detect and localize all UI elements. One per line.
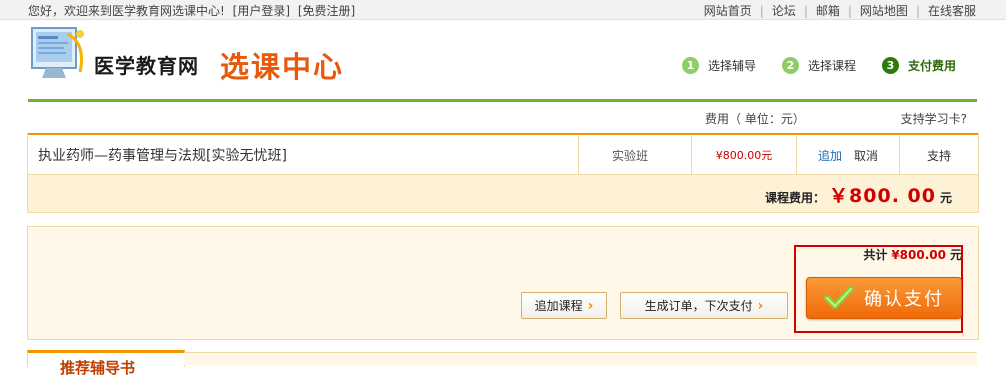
step-1: 1 选择辅导 (681, 55, 756, 75)
cancel-course-link[interactable]: 取消 (854, 147, 878, 164)
course-price: ¥800.00元 (692, 136, 797, 174)
confirm-payment-label: 确认支付 (864, 289, 944, 310)
logo-subtitle: 选课中心 (220, 50, 345, 84)
tab-label: 推荐辅导书 (60, 359, 136, 377)
step-number: 3 (881, 56, 899, 74)
fee-header: 费用（ 单位：元） 支持学习卡? (28, 106, 977, 128)
link-online-service[interactable]: 在线客服 (928, 4, 976, 18)
course-fee: 课程费用： ￥800. 00 元 (765, 181, 952, 208)
step-3: 3 支付费用 (881, 55, 956, 75)
login-link[interactable]: [用户登录] (233, 4, 290, 18)
support-status: 支持 (926, 148, 951, 163)
add-course-label: 追加课程 (534, 299, 583, 313)
divider: | (803, 4, 808, 18)
site-logo[interactable]: 医学教育网 选课中心 (28, 24, 368, 96)
add-course-link[interactable]: 追加 (818, 147, 842, 164)
course-fee-unit: 元 (939, 191, 952, 205)
step-label: 选择课程 (807, 58, 856, 73)
course-fee-amount: ￥800. 00 (829, 185, 936, 207)
link-mail[interactable]: 邮箱 (816, 4, 840, 18)
top-links: 网站首页 | 论坛 | 邮箱 | 网站地图 | 在线客服 (704, 2, 976, 19)
checkmark-icon (824, 286, 854, 309)
chevron-right-icon: › (757, 297, 764, 314)
chevron-right-icon: › (587, 297, 594, 314)
step-number: 1 (681, 56, 699, 74)
class-type: 实验班 (569, 136, 692, 174)
course-fee-label: 课程费用： (765, 191, 826, 205)
step-number: 2 (781, 56, 799, 74)
course-fee-row: 课程费用： ￥800. 00 元 (28, 175, 978, 212)
divider: | (847, 4, 852, 18)
course-name: 执业药师—药事管理与法规[实验无忧班] (28, 136, 579, 174)
fee-unit-label: 费用（ 单位：元） (705, 112, 805, 126)
greeting-area: 您好，欢迎来到医学教育网选课中心! [用户登录] [免费注册] (28, 2, 355, 19)
link-forum[interactable]: 论坛 (772, 4, 796, 18)
progress-steps: 1 选择辅导 2 选择课程 3 支付费用 (656, 55, 956, 75)
tab-bar-rest (184, 352, 977, 365)
tab-recommended-books[interactable]: 推荐辅导书 (27, 350, 185, 377)
header-divider (28, 99, 977, 102)
add-course-button[interactable]: 追加课程 › (521, 292, 607, 319)
confirm-payment-button[interactable]: 确认支付 (806, 277, 962, 319)
link-sitemap[interactable]: 网站地图 (860, 4, 908, 18)
course-table: 执业药师—药事管理与法规[实验无忧班] 实验班 ¥800.00元 追加 取消 支… (27, 133, 979, 213)
link-home[interactable]: 网站首页 (704, 4, 752, 18)
table-top-border (28, 133, 978, 135)
step-label: 选择辅导 (707, 58, 756, 73)
monitor-logo-icon (31, 27, 84, 78)
greeting-text: 您好，欢迎来到医学教育网选课中心! (28, 4, 225, 18)
logo-title: 医学教育网 (94, 54, 199, 78)
register-link[interactable]: [免费注册] (298, 4, 355, 18)
study-card-label[interactable]: 支持学习卡? (901, 110, 967, 127)
top-bar: 您好，欢迎来到医学教育网选课中心! [用户登录] [免费注册] 网站首页 | 论坛 |… (0, 0, 1006, 20)
table-row: 执业药师—药事管理与法规[实验无忧班] 实验班 ¥800.00元 追加 取消 支… (28, 136, 978, 175)
step-2: 2 选择课程 (781, 55, 856, 75)
create-order-button[interactable]: 生成订单，下次支付 › (620, 292, 788, 319)
divider: | (915, 4, 920, 18)
course-actions: 追加 取消 (797, 136, 900, 174)
step-label: 支付费用 (907, 58, 956, 73)
create-order-label: 生成订单，下次支付 (644, 299, 753, 313)
divider: | (759, 4, 764, 18)
